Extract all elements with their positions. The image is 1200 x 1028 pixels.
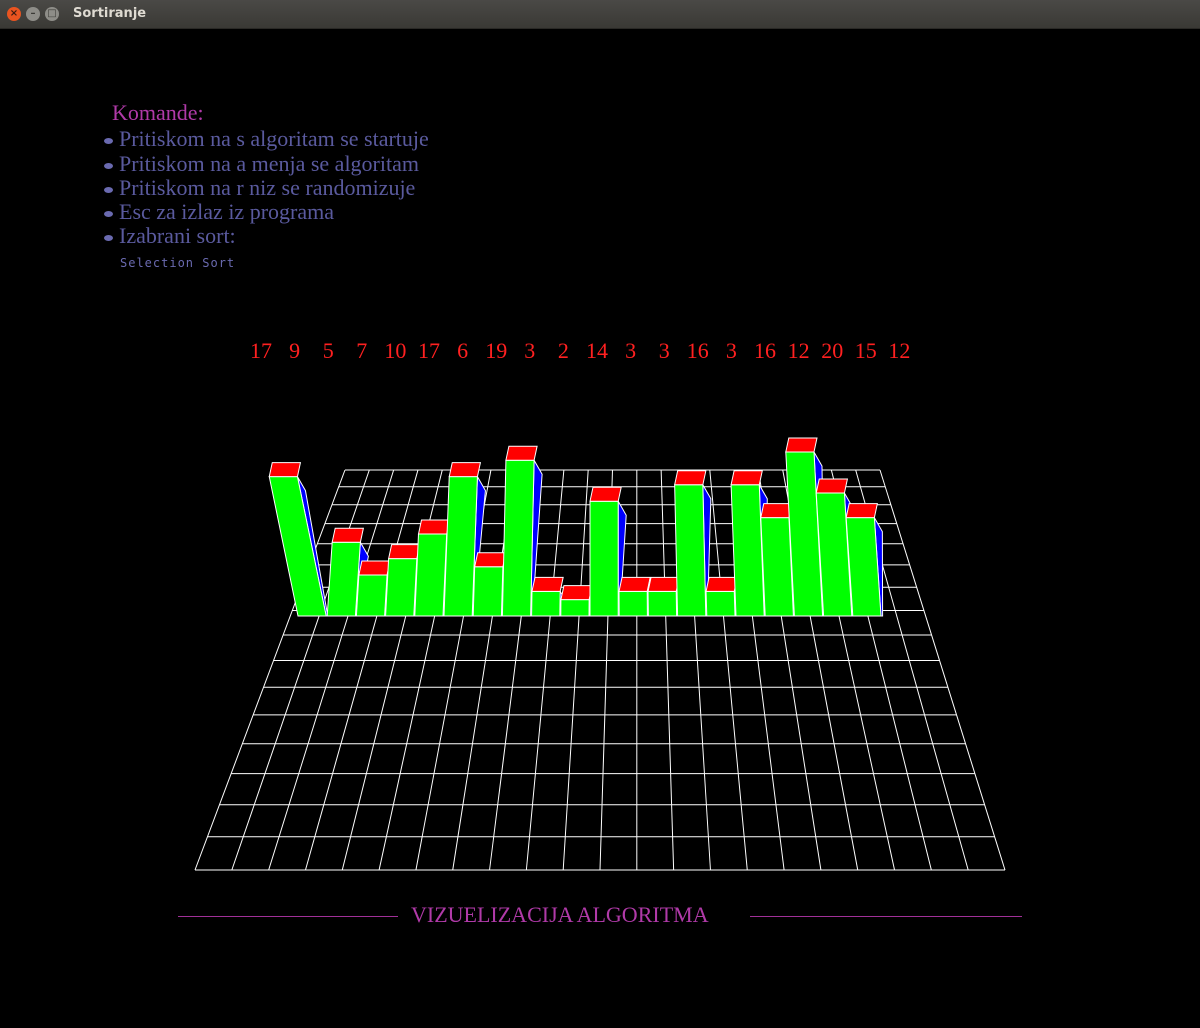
- bar-front: [705, 590, 736, 617]
- bar-top: [331, 527, 364, 543]
- grid-column-line: [562, 469, 589, 871]
- bar-front: [443, 476, 478, 617]
- bar-top: [268, 462, 302, 478]
- app-window: × – □ Sortiranje Komande: Pritiskom na s…: [0, 0, 1200, 1028]
- grid-column-line: [660, 469, 675, 871]
- window-title: Sortiranje: [73, 6, 147, 21]
- bar-top: [448, 462, 482, 478]
- bar-top: [674, 470, 707, 486]
- close-button[interactable]: ×: [7, 7, 21, 21]
- bar: [845, 503, 884, 617]
- bar-front: [501, 459, 535, 617]
- bar-top: [845, 503, 878, 519]
- bar-top: [358, 560, 391, 576]
- bar-front: [355, 574, 388, 617]
- bar-front: [268, 476, 327, 617]
- bar-top: [785, 437, 818, 453]
- bar-top: [531, 576, 564, 592]
- bar-top: [589, 486, 622, 502]
- footer-title: VIZUELIZACIJA ALGORITMA: [411, 902, 709, 927]
- bar: [674, 470, 712, 617]
- bar-front: [414, 533, 448, 617]
- bar-front: [730, 484, 765, 617]
- bar-top: [560, 585, 593, 601]
- bar-front: [647, 590, 678, 617]
- bar-top: [705, 576, 738, 592]
- bar-front: [589, 500, 619, 617]
- bar-front: [760, 517, 794, 617]
- bar-top: [474, 552, 507, 568]
- minimize-button[interactable]: –: [26, 7, 40, 21]
- bars: [268, 437, 884, 617]
- bar-front: [618, 590, 648, 617]
- footer-divider-right: [750, 916, 1022, 917]
- bar-top: [730, 470, 763, 486]
- bar-front: [560, 599, 590, 617]
- bar-top: [815, 478, 849, 494]
- bar-front: [531, 590, 561, 617]
- bar-top: [647, 576, 680, 592]
- footer-divider-left: [178, 916, 398, 917]
- grid-column-line: [879, 469, 1006, 871]
- bar-top: [760, 503, 793, 519]
- bar-top: [387, 544, 421, 560]
- bar-top: [618, 576, 651, 592]
- bar-front: [326, 541, 361, 617]
- bar-top: [505, 445, 538, 461]
- title-bar: × – □ Sortiranje: [0, 0, 1200, 29]
- bar-chart-3d: [194, 437, 1006, 871]
- render-canvas[interactable]: Komande: Pritiskom na s algoritam se sta…: [0, 28, 1200, 1028]
- bar-front: [472, 566, 504, 617]
- bar-front: [845, 517, 882, 617]
- bar-top: [417, 519, 451, 535]
- maximize-button[interactable]: □: [45, 7, 59, 21]
- bar-front: [385, 558, 418, 617]
- footer: VIZUELIZACIJA ALGORITMA: [178, 900, 1022, 930]
- bar-front: [674, 484, 707, 617]
